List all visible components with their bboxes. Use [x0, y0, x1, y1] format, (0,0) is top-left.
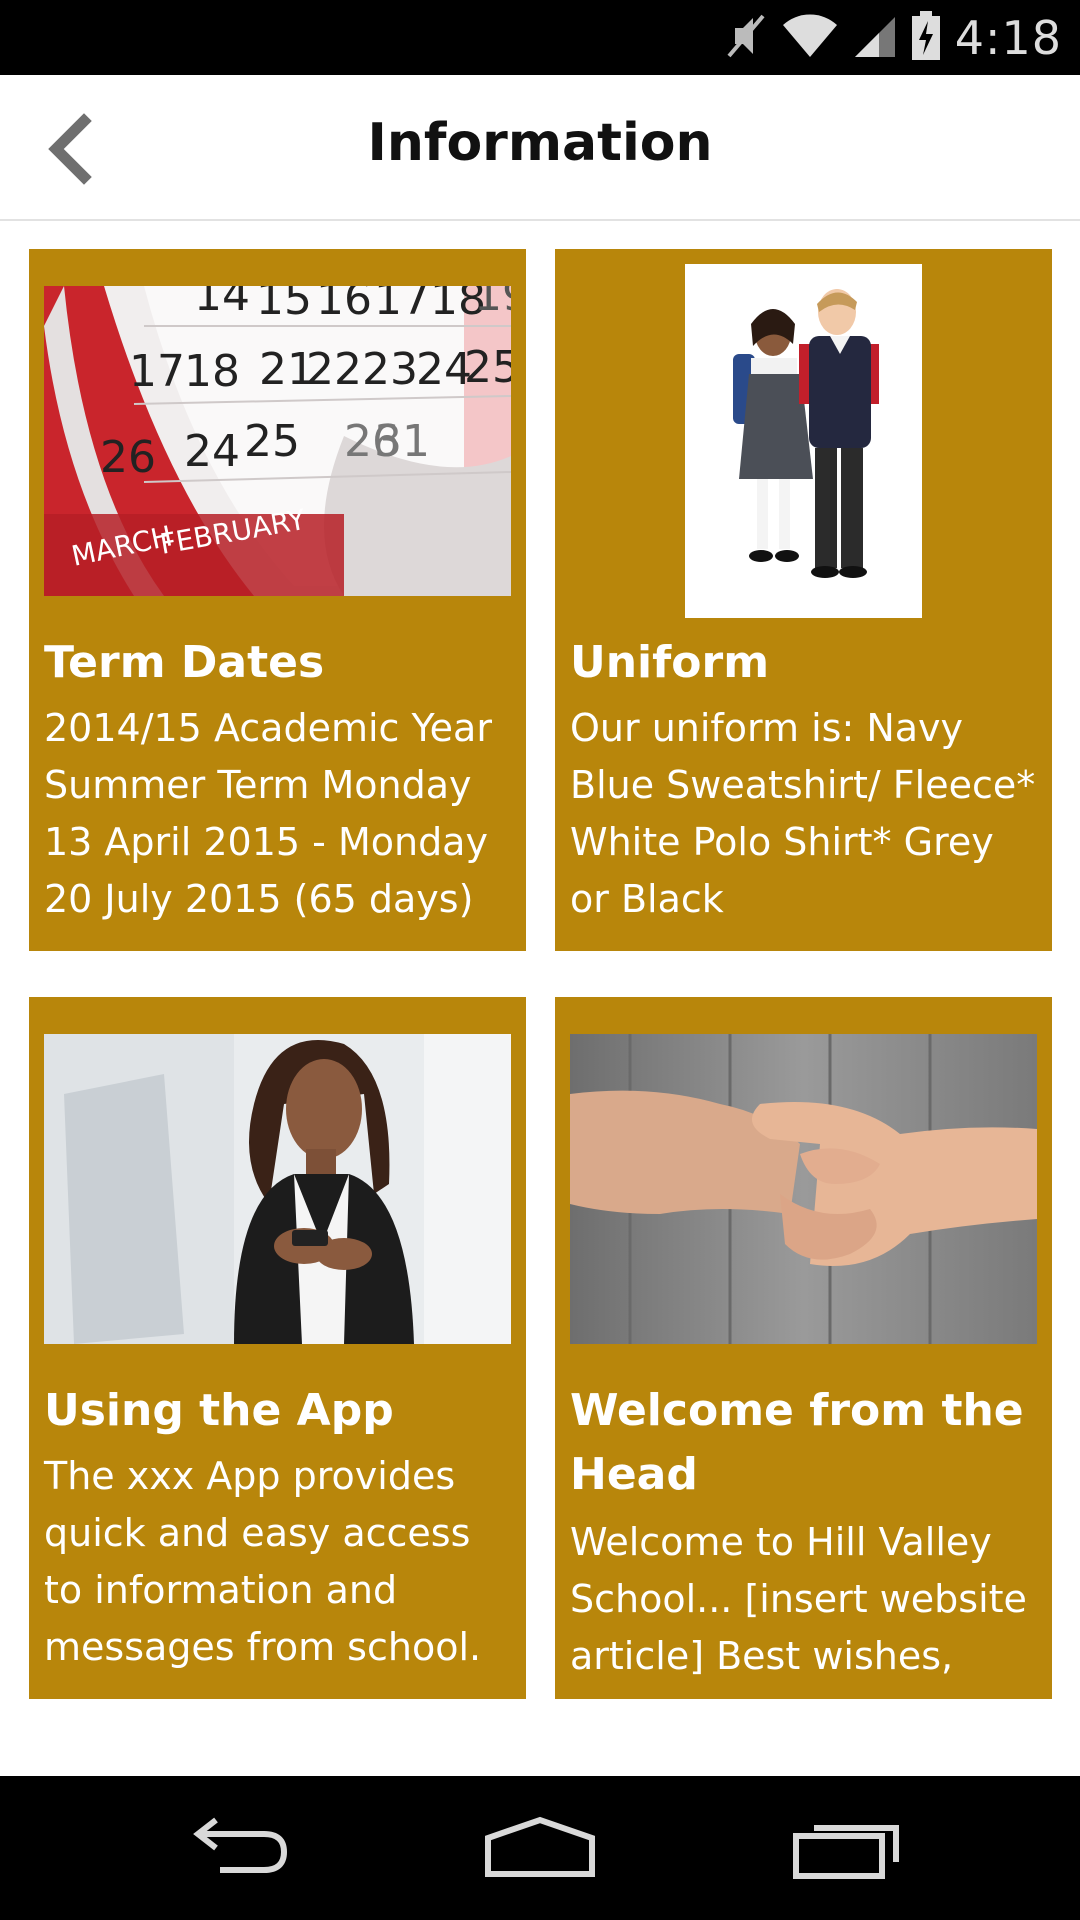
woman-with-phone-image: [44, 1034, 511, 1344]
back-arrow-icon: [193, 1817, 288, 1873]
calendar-number: 25: [244, 416, 300, 467]
nav-home-button[interactable]: [480, 1806, 600, 1890]
page-title: Information: [367, 113, 713, 173]
calendar-number: 26: [100, 432, 156, 483]
calendar-number: 23: [362, 344, 418, 395]
home-icon: [485, 1816, 595, 1877]
calendar-number: 14: [194, 286, 250, 321]
calendar-number: 19: [474, 286, 511, 321]
calendar-number: 16: [316, 286, 372, 325]
calendar-number: 24: [184, 426, 240, 477]
nav-back-button[interactable]: [180, 1806, 300, 1890]
calendar-number: 22: [306, 344, 362, 395]
nav-bar: [0, 1776, 1080, 1920]
card-term-dates[interactable]: 14 15 16 17 18 19 17 18 21 22 23 24 25 2…: [29, 249, 526, 951]
status-time: 4:18: [954, 11, 1062, 65]
calendar-number: 17: [374, 286, 430, 325]
app-bar: Information: [0, 75, 1080, 221]
nav-recents-button[interactable]: [790, 1806, 910, 1890]
card-title: Using the App: [44, 1385, 394, 1436]
card-welcome-from-the-head[interactable]: Welcome from the Head Welcome to Hill Va…: [555, 997, 1052, 1699]
mute-icon: [725, 12, 767, 64]
calendar-number: 31: [374, 416, 430, 467]
wifi-icon: [781, 13, 839, 63]
card-uniform[interactable]: Uniform Our uniform is: Navy Blue Sweats…: [555, 249, 1052, 951]
card-description: Our uniform is: Navy Blue Sweatshirt/ Fl…: [570, 706, 1036, 921]
calendar-number: 25: [464, 342, 511, 393]
card-description: The xxx App provides quick and easy acce…: [44, 1454, 482, 1669]
content-grid: 14 15 16 17 18 19 17 18 21 22 23 24 25 2…: [0, 221, 1080, 1776]
card-title: Term Dates: [44, 637, 325, 688]
signal-icon: [853, 13, 897, 63]
card-title: Welcome from the Head: [570, 1385, 1024, 1500]
recent-apps-icon: [793, 1825, 899, 1879]
calendar-number: 15: [256, 286, 312, 325]
calendar-number: 17: [129, 346, 185, 397]
card-title: Uniform: [570, 637, 770, 688]
calendar-number: 18: [184, 346, 240, 397]
card-description: 2014/15 Academic Year Summer Term Monday…: [44, 706, 492, 921]
card-description: Welcome to Hill Valley School... [insert…: [570, 1520, 1027, 1678]
handshake-image: [570, 1034, 1037, 1344]
status-bar: 4:18: [0, 0, 1080, 75]
status-icons: 4:18: [725, 8, 1062, 68]
calendar-image: 14 15 16 17 18 19 17 18 21 22 23 24 25 2…: [44, 286, 511, 596]
battery-charging-icon: [911, 11, 941, 65]
school-children-image: [685, 264, 922, 618]
card-using-the-app[interactable]: Using the App The xxx App provides quick…: [29, 997, 526, 1699]
